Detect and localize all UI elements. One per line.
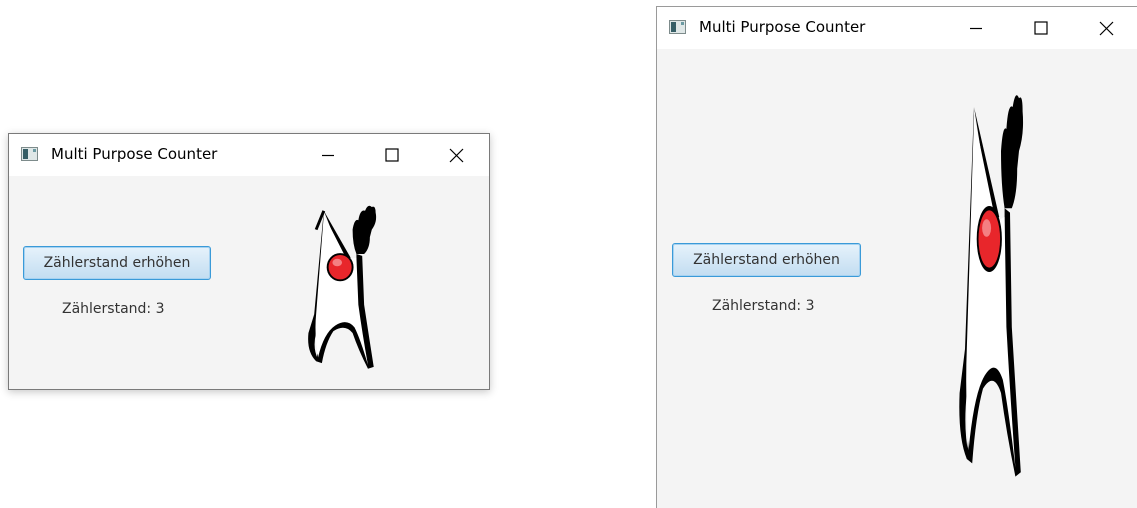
maximize-button[interactable] [1009, 7, 1073, 49]
counter-value-label: Zählerstand: 3 [62, 301, 165, 317]
close-button[interactable] [424, 134, 488, 176]
maximize-icon [1034, 21, 1048, 35]
increment-counter-button[interactable]: Zählerstand erhöhen [672, 243, 861, 277]
counter-value-label: Zählerstand: 3 [712, 298, 815, 314]
minimize-button[interactable] [944, 7, 1008, 49]
minimize-button[interactable] [296, 134, 360, 176]
title-bar[interactable]: Multi Purpose Counter [9, 134, 489, 176]
maximize-button[interactable] [360, 134, 424, 176]
maximize-icon [385, 148, 399, 162]
minimize-icon [322, 154, 334, 157]
minimize-icon [970, 27, 982, 30]
app-window-small: Multi Purpose Counter Zählerstand erhöhe… [8, 133, 490, 390]
close-button[interactable] [1074, 7, 1137, 49]
app-window-large: Multi Purpose Counter Zählerstand erhöhe… [656, 6, 1137, 508]
window-title: Multi Purpose Counter [699, 18, 866, 36]
window-title: Multi Purpose Counter [51, 145, 218, 163]
app-window-icon [21, 147, 38, 161]
duke-mascot-image [308, 205, 377, 369]
close-icon [449, 148, 463, 162]
app-window-icon [669, 20, 686, 34]
increment-counter-button[interactable]: Zählerstand erhöhen [23, 246, 211, 280]
duke-mascot-image [959, 95, 1024, 477]
title-bar[interactable]: Multi Purpose Counter [657, 7, 1137, 49]
close-icon [1099, 21, 1113, 35]
